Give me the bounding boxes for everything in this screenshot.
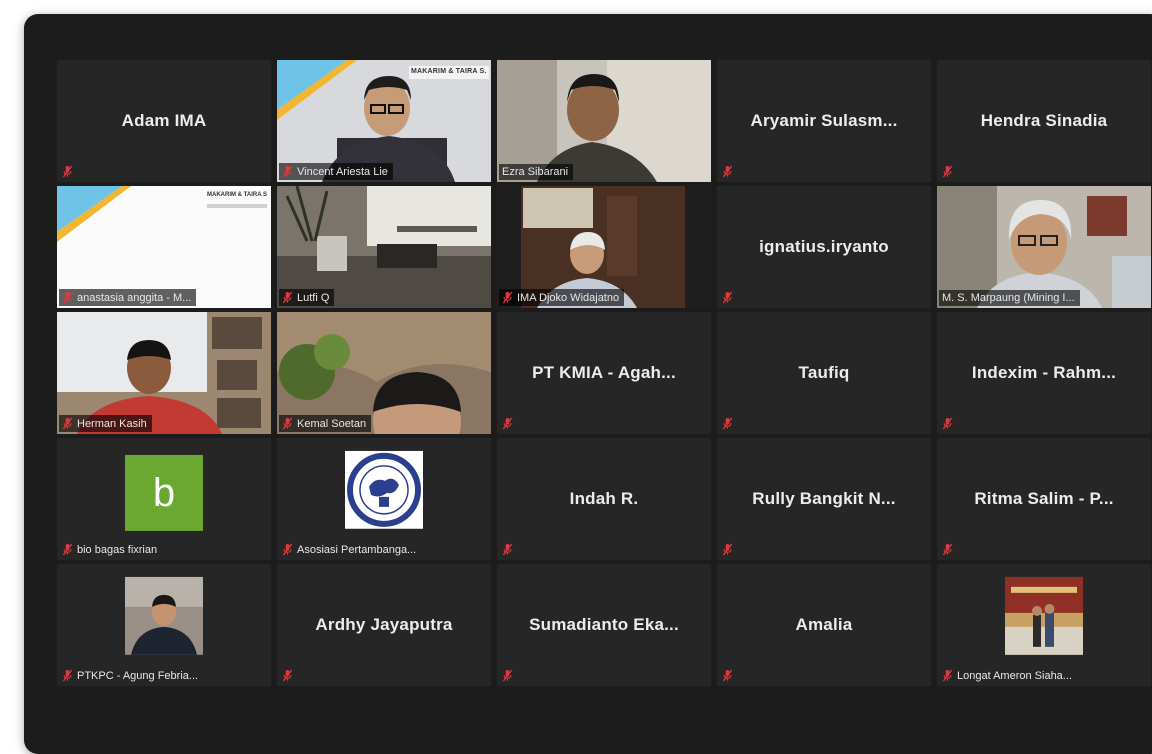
participant-tile-active-speaker[interactable]: M. S. Marpaung (Mining I... [937, 186, 1151, 308]
avatar-letter: b [125, 454, 203, 531]
participant-name: Ezra Sibarani [502, 166, 569, 178]
mic-muted-icon [62, 291, 73, 304]
participant-tile[interactable]: Indah R. [497, 438, 711, 560]
participant-name: Indexim - Rahm... [971, 363, 1117, 382]
participant-tile[interactable]: Taufiq [717, 312, 931, 434]
participant-tile[interactable]: Aryamir Sulasm... [717, 60, 931, 182]
participant-tile[interactable]: Amalia [717, 564, 931, 686]
participant-tile[interactable]: Hendra Sinadia [937, 60, 1151, 182]
mic-muted-icon [942, 669, 953, 682]
company-banner: MAKARIM & TAIRA S [207, 192, 267, 198]
participant-label: Lutfi Q [279, 289, 335, 306]
participant-tile[interactable]: Sumadianto Eka... [497, 564, 711, 686]
participant-name: Amalia [795, 615, 853, 634]
participant-name: Kemal Soetan [297, 417, 367, 430]
mic-muted-icon [282, 669, 293, 682]
participant-name: Ritma Salim - P... [974, 489, 1114, 508]
participant-label: IMA Djoko Widajatno [499, 289, 625, 306]
participant-name: Indah R. [569, 489, 639, 508]
mic-muted-icon [62, 543, 73, 556]
participant-name: bio bagas fixrian [77, 543, 158, 556]
participant-name: M. S. Marpaung (Mining I... [942, 292, 1075, 304]
avatar [1005, 576, 1083, 660]
mic-muted-icon [62, 417, 73, 430]
participant-label: Kemal Soetan [279, 415, 372, 432]
participant-label: M. S. Marpaung (Mining I... [939, 290, 1080, 306]
mic-muted-icon [942, 543, 953, 556]
participant-tile[interactable]: PTKPC - Agung Febria... [57, 564, 271, 686]
participant-tile[interactable]: Longat Ameron Siaha... [937, 564, 1151, 686]
participant-label: Asosiasi Pertambanga... [279, 541, 421, 558]
participant-name: Aryamir Sulasm... [750, 111, 898, 130]
participant-name: Ardhy Jayaputra [315, 615, 453, 634]
participant-tile[interactable]: ignatius.iryanto [717, 186, 931, 308]
participant-label: Herman Kasih [59, 415, 152, 432]
participant-tile[interactable]: Ardhy Jayaputra [277, 564, 491, 686]
participant-label: Ezra Sibarani [499, 164, 574, 180]
participant-name: PTKPC - Agung Febria... [77, 669, 199, 682]
participant-label: Vincent Ariesta Lie [279, 163, 393, 180]
participant-name: Sumadianto Eka... [529, 615, 679, 634]
participant-tile[interactable]: Rully Bangkit N... [717, 438, 931, 560]
participant-name: Rully Bangkit N... [752, 489, 896, 508]
participant-name: Lutfi Q [297, 291, 330, 304]
participant-tile[interactable]: Indexim - Rahm... [937, 312, 1151, 434]
mic-muted-icon [722, 417, 733, 430]
mic-muted-icon [502, 417, 513, 430]
participant-name: IMA Djoko Widajatno [517, 291, 620, 304]
participant-label: Longat Ameron Siaha... [939, 667, 1077, 684]
mic-muted-icon [942, 165, 953, 178]
participant-name: Asosiasi Pertambanga... [297, 543, 417, 556]
participant-tile[interactable]: IMA Djoko Widajatno [497, 186, 711, 308]
participant-label: PTKPC - Agung Febria... [59, 667, 203, 684]
participant-name: Hendra Sinadia [980, 111, 1108, 130]
mic-muted-icon [502, 291, 513, 304]
participant-name: Vincent Ariesta Lie [297, 165, 388, 178]
association-logo [345, 450, 423, 534]
participant-name: Adam IMA [121, 111, 207, 130]
participant-tile[interactable]: Adam IMA [57, 60, 271, 182]
avatar: b [125, 454, 203, 531]
participant-label: anastasia anggita - M... [59, 289, 197, 306]
mic-muted-icon [62, 669, 73, 682]
participant-label: bio bagas fixrian [59, 541, 162, 558]
meeting-window: Adam IMA MAKARIM & TAIRA S. Vincent Arie… [24, 14, 1152, 754]
mic-muted-icon [502, 669, 513, 682]
participant-tile[interactable]: Kemal Soetan [277, 312, 491, 434]
participant-name: Longat Ameron Siaha... [957, 669, 1072, 682]
participant-name: ignatius.iryanto [759, 237, 889, 256]
participant-tile[interactable]: Ezra Sibarani [497, 60, 711, 182]
participant-name: Taufiq [798, 363, 850, 382]
participant-tile[interactable]: Herman Kasih [57, 312, 271, 434]
participant-name: Herman Kasih [77, 417, 147, 430]
company-banner: MAKARIM & TAIRA S. [411, 68, 487, 75]
mic-muted-icon [282, 543, 293, 556]
mic-muted-icon [722, 165, 733, 178]
mic-muted-icon [282, 291, 293, 304]
mic-muted-icon [722, 669, 733, 682]
participant-name: anastasia anggita - M... [77, 291, 192, 304]
mic-muted-icon [722, 291, 733, 304]
participant-tile[interactable]: MAKARIM & TAIRA S anastasia anggita - M.… [57, 186, 271, 308]
gallery-grid: Adam IMA MAKARIM & TAIRA S. Vincent Arie… [57, 60, 1151, 686]
participant-name: PT KMIA - Agah... [532, 363, 676, 382]
mic-muted-icon [722, 543, 733, 556]
participant-tile[interactable]: Ritma Salim - P... [937, 438, 1151, 560]
participant-tile[interactable]: MAKARIM & TAIRA S. Vincent Ariesta Lie [277, 60, 491, 182]
mic-muted-icon [282, 417, 293, 430]
participant-tile[interactable]: Asosiasi Pertambanga... [277, 438, 491, 560]
avatar [125, 576, 203, 660]
participant-tile[interactable]: b bio bagas fixrian [57, 438, 271, 560]
mic-muted-icon [502, 543, 513, 556]
mic-muted-icon [62, 165, 73, 178]
mic-muted-icon [282, 165, 293, 178]
mic-muted-icon [942, 417, 953, 430]
participant-tile[interactable]: PT KMIA - Agah... [497, 312, 711, 434]
participant-tile[interactable]: Lutfi Q [277, 186, 491, 308]
